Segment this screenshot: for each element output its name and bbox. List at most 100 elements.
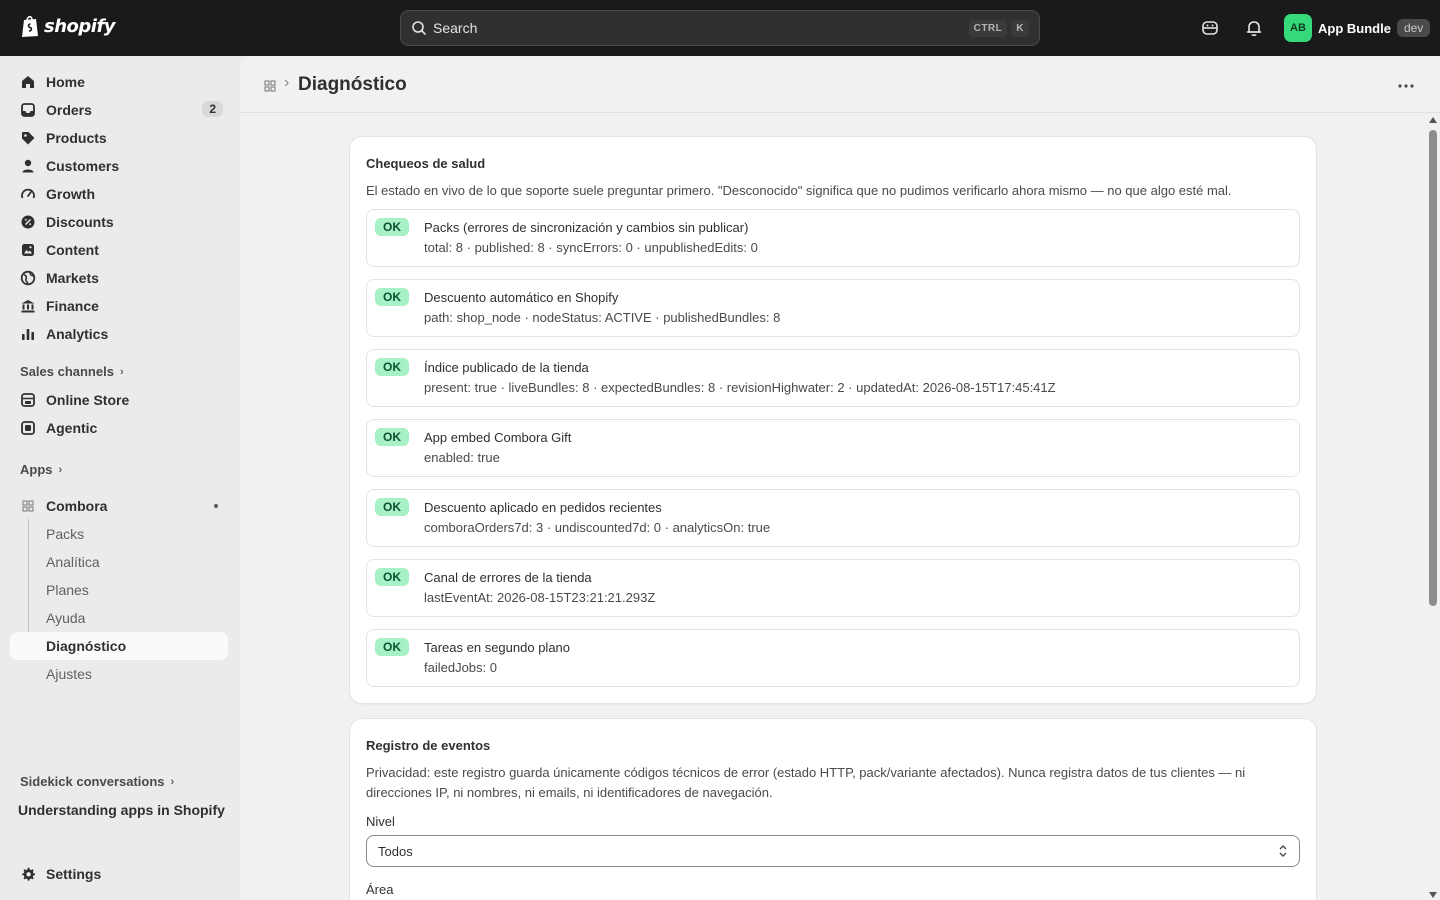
check-title: Packs (errores de sincronización y cambi…: [424, 220, 749, 235]
sidebar-item-label: Orders: [46, 102, 92, 118]
sales-channels-heading[interactable]: Sales channels ›: [20, 364, 124, 379]
sidekick-conversation-item[interactable]: Understanding apps in Shopify: [18, 802, 225, 818]
scroll-thumb[interactable]: [1429, 130, 1437, 606]
sidebar-subitem-ajustes[interactable]: Ajustes: [10, 660, 228, 688]
gear-icon: [22, 867, 35, 881]
sidebar-item-label: Growth: [46, 186, 95, 202]
sidebar-subitem-diagnostico[interactable]: Diagnóstico: [10, 632, 228, 660]
check-title: Descuento automático en Shopify: [424, 290, 619, 305]
orders-count-badge: 2: [202, 101, 223, 117]
health-check-item: OK Packs (errores de sincronización y ca…: [366, 209, 1300, 267]
main-scrollbar[interactable]: [1426, 114, 1440, 900]
store-icon: [21, 393, 35, 407]
subitem-label: Analítica: [46, 554, 100, 570]
scroll-down-icon[interactable]: [1429, 892, 1437, 898]
page-title: Diagnóstico: [298, 74, 407, 95]
sidebar-item-products[interactable]: Products: [10, 124, 228, 152]
shopify-logo[interactable]: shopify: [20, 14, 116, 38]
sidebar-subitem-analitica[interactable]: Analítica: [10, 548, 228, 576]
globe-icon: [20, 270, 36, 286]
sidebar-subitem-planes[interactable]: Planes: [10, 576, 228, 604]
sidebar-item-home[interactable]: Home: [10, 68, 228, 96]
sidekick-heading[interactable]: Sidekick conversations ›: [20, 774, 174, 789]
sidebar-item-online-store[interactable]: Online Store: [10, 386, 228, 414]
sidebar-item-orders[interactable]: Orders 2: [10, 96, 228, 124]
agentic-icon: [21, 421, 35, 435]
more-actions-icon[interactable]: [1396, 76, 1416, 96]
sidebar-item-label: Analytics: [46, 326, 109, 342]
sidebar-item-finance[interactable]: Finance: [10, 292, 228, 320]
sidebar-item-label: Content: [46, 242, 99, 258]
sidebar-subitem-packs[interactable]: Packs: [10, 520, 228, 548]
status-badge: OK: [375, 568, 409, 586]
status-badge: OK: [375, 218, 409, 236]
scroll-up-icon[interactable]: [1429, 117, 1437, 123]
bell-icon[interactable]: [1244, 18, 1264, 38]
chevron-right-icon: ›: [119, 365, 124, 378]
orders-icon: [21, 103, 35, 117]
health-check-item: OK Tareas en segundo plano failedJobs: 0: [366, 629, 1300, 687]
area-label: Área: [366, 882, 394, 897]
level-label: Nivel: [366, 814, 395, 829]
card-description: El estado en vivo de lo que soporte suel…: [366, 183, 1232, 198]
sidebar-item-label: Products: [46, 130, 107, 146]
sidebar-subitem-ayuda[interactable]: Ayuda: [10, 604, 228, 632]
store-menu[interactable]: AB App Bundle dev: [1284, 14, 1431, 42]
bank-icon: [21, 300, 35, 313]
main-content: › Diagnóstico Chequeos de salud El estad…: [240, 56, 1440, 900]
status-badge: OK: [375, 288, 409, 306]
sidebar-item-label: Settings: [46, 866, 102, 882]
card-title: Chequeos de salud: [366, 156, 486, 171]
check-detail: present: true · liveBundles: 8 · expecte…: [424, 380, 1056, 395]
health-check-item: OK App embed Combora Gift enabled: true: [366, 419, 1300, 477]
sidebar-item-label: Combora: [46, 498, 108, 514]
shortcut-k: K: [1011, 19, 1029, 37]
status-badge: OK: [375, 638, 409, 656]
store-avatar: AB: [1284, 14, 1312, 42]
check-title: Tareas en segundo plano: [424, 640, 571, 655]
sidebar-item-growth[interactable]: Growth: [10, 180, 228, 208]
sidebar-item-label: Online Store: [46, 392, 130, 408]
sidebar-item-settings[interactable]: Settings: [10, 860, 228, 888]
app-indicator-dot: [214, 504, 218, 508]
sidebar-item-content[interactable]: Content: [10, 236, 228, 264]
subitem-label: Ajustes: [46, 666, 92, 682]
page-header: › Diagnóstico: [240, 56, 1440, 113]
app-grid-icon[interactable]: [263, 79, 277, 93]
card-title: Registro de eventos: [366, 738, 491, 753]
subitem-label: Ayuda: [46, 610, 86, 626]
sidebar: Home Orders 2 Products Customers Growth …: [0, 56, 240, 900]
top-bar: shopify Search CTRL K AB App Bundle dev: [0, 0, 1440, 56]
chevron-right-icon: ›: [170, 775, 175, 788]
gauge-icon: [21, 188, 35, 199]
sidekick-icon[interactable]: [1200, 18, 1220, 38]
apps-heading[interactable]: Apps ›: [20, 462, 62, 477]
check-title: Descuento aplicado en pedidos recientes: [424, 500, 662, 515]
apps-label: Apps: [20, 462, 53, 477]
check-detail: comboraOrders7d: 3 · undiscounted7d: 0 ·…: [424, 520, 771, 535]
health-check-item: OK Canal de errores de la tienda lastEve…: [366, 559, 1300, 617]
chevron-right-icon: ›: [284, 74, 290, 91]
shopify-bag-icon: [22, 15, 38, 37]
card-description: Privacidad: este registro guarda únicame…: [366, 765, 1246, 800]
subitem-label: Planes: [46, 582, 89, 598]
app-grid-icon: [22, 500, 34, 512]
content-icon: [22, 244, 34, 256]
sidekick-label: Sidekick conversations: [20, 774, 165, 789]
status-badge: OK: [375, 358, 409, 376]
level-select[interactable]: Todos: [366, 835, 1300, 867]
check-detail: total: 8 · published: 8 · syncErrors: 0 …: [424, 240, 758, 255]
sidebar-item-analytics[interactable]: Analytics: [10, 320, 228, 348]
sidebar-item-customers[interactable]: Customers: [10, 152, 228, 180]
sidebar-item-discounts[interactable]: Discounts: [10, 208, 228, 236]
search-bar[interactable]: Search CTRL K: [400, 10, 1040, 46]
discount-icon: [21, 215, 35, 229]
shortcut-ctrl: CTRL: [968, 19, 1008, 37]
select-chevron-icon: [1279, 845, 1287, 857]
status-badge: OK: [375, 498, 409, 516]
health-check-item: OK Índice publicado de la tienda present…: [366, 349, 1300, 407]
check-title: Índice publicado de la tienda: [424, 360, 589, 375]
sidebar-item-combora[interactable]: Combora: [10, 492, 228, 520]
sidebar-item-agentic[interactable]: Agentic: [10, 414, 228, 442]
sidebar-item-markets[interactable]: Markets: [10, 264, 228, 292]
